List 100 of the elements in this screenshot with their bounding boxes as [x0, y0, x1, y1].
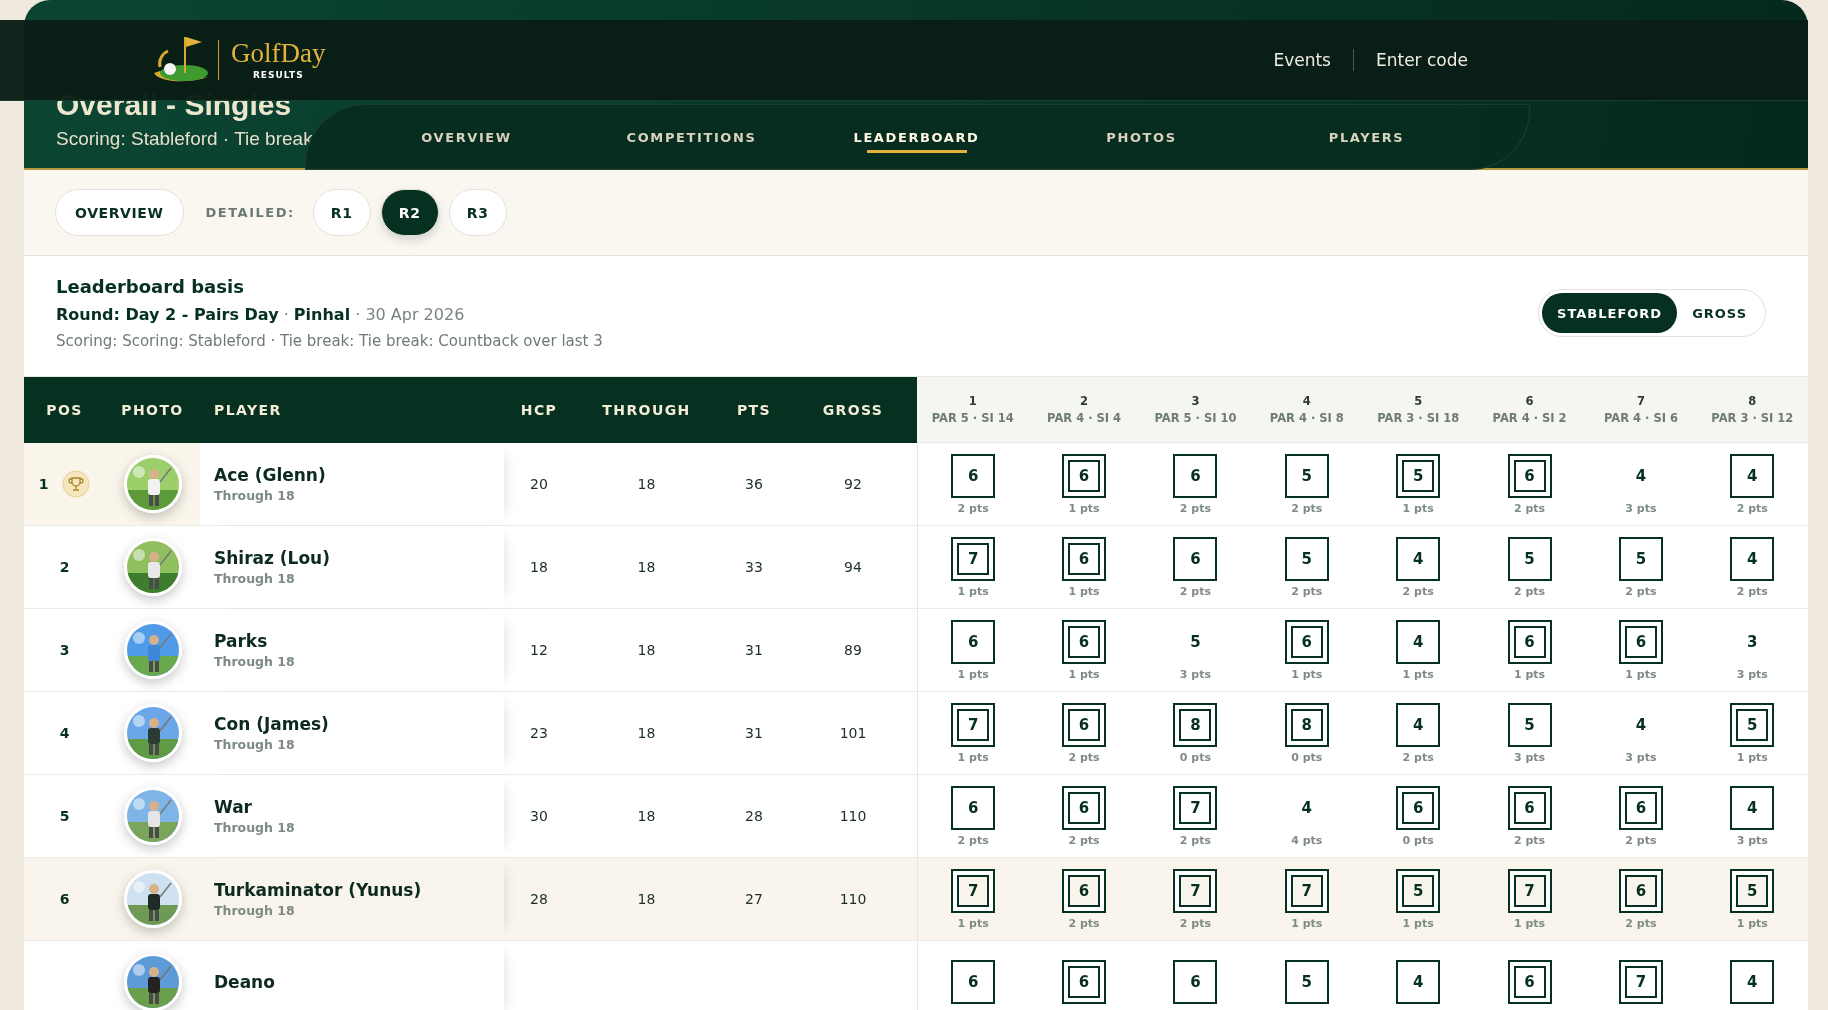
- hole-points: 3 pts: [1736, 667, 1768, 681]
- hole-score: 4: [1730, 785, 1775, 830]
- hole-score: 4: [1300, 797, 1314, 819]
- overview-button[interactable]: OVERVIEW: [55, 189, 184, 236]
- hole-header: 6 PAR 4 · SI 2: [1473, 377, 1586, 443]
- round-button[interactable]: R3: [448, 189, 507, 236]
- column-header: POS: [24, 377, 105, 443]
- hole-score: 7: [1507, 868, 1552, 913]
- round-button[interactable]: R1: [312, 189, 371, 236]
- hole-points: 3 pts: [1179, 667, 1211, 681]
- table-cell: 28: [745, 808, 763, 824]
- nav-link[interactable]: Events: [1273, 50, 1331, 70]
- round-button[interactable]: R2: [380, 189, 439, 236]
- position: 1: [38, 476, 49, 492]
- player-name[interactable]: Parks: [214, 631, 268, 651]
- table-cell: 33: [745, 559, 763, 575]
- table-cell: 30: [530, 808, 548, 824]
- hole-points: 3 pts: [1625, 750, 1657, 764]
- table-cell: 20: [530, 476, 548, 492]
- hole-score: 4: [1730, 536, 1775, 581]
- hole-points: 0 pts: [1291, 750, 1323, 764]
- hole-points: 2 pts: [1402, 750, 1434, 764]
- hole-score: 7: [1618, 960, 1663, 1004]
- player-progress: Through 18: [214, 820, 295, 835]
- player-name[interactable]: Shiraz (Lou): [214, 548, 330, 568]
- hole-score: 6: [951, 785, 996, 830]
- player-progress: Through 18: [214, 488, 295, 503]
- hole-points: 2 pts: [1068, 833, 1100, 847]
- hole-score: 6: [1062, 868, 1107, 913]
- player-name[interactable]: Turkaminator (Yunus): [214, 880, 422, 900]
- hole-header: 7 PAR 4 · SI 6: [1585, 377, 1697, 443]
- position: 5: [59, 808, 70, 824]
- hole-points: 1 pts: [957, 584, 989, 598]
- hole-score: 6: [1062, 453, 1107, 498]
- hole-points: 1 pts: [1291, 667, 1323, 681]
- column-header: GROSS: [789, 377, 917, 443]
- hole-score: 5: [1507, 536, 1552, 581]
- hole-points: 2 pts: [1402, 584, 1434, 598]
- hole-score: 5: [1507, 702, 1552, 747]
- hole-score: 7: [1284, 868, 1329, 913]
- hole-points: 1 pts: [1291, 916, 1323, 930]
- nav-tab[interactable]: COMPETITIONS: [579, 104, 804, 170]
- scoring-summary: Scoring: Stableford · Tie break: [56, 128, 313, 150]
- hole-score: 6: [1618, 619, 1663, 664]
- nav-tab[interactable]: OVERVIEW: [354, 104, 579, 170]
- toggle-option[interactable]: STABLEFORD: [1542, 293, 1678, 333]
- nav-tab[interactable]: PLAYERS: [1254, 104, 1479, 170]
- table-cell: 28: [530, 891, 548, 907]
- hole-score: 6: [1062, 702, 1107, 747]
- round-info: Round: Day 2 - Pairs Day · Pinhal · 30 Apr 2026: [56, 305, 466, 324]
- nav-tab[interactable]: PHOTOS: [1029, 104, 1254, 170]
- hole-score: 8: [1284, 702, 1329, 747]
- hole-points: 0 pts: [1179, 750, 1211, 764]
- hole-points: 1 pts: [1736, 916, 1768, 930]
- hole-score: 6: [1062, 785, 1107, 830]
- position: 2: [59, 559, 70, 575]
- hole-score: 4: [1634, 714, 1648, 736]
- table-cell: 18: [530, 559, 548, 575]
- player-name[interactable]: Con (James): [214, 714, 329, 734]
- hole-points: 1 pts: [1625, 667, 1657, 681]
- hole-points: 1 pts: [1402, 916, 1434, 930]
- scoring-info: Scoring: Scoring: Stableford · Tie break: Tie break: Countback over last 3: [56, 332, 603, 350]
- hole-score: 4: [1634, 465, 1648, 487]
- hole-score: 7: [1173, 868, 1218, 913]
- hole-score: 5: [1396, 453, 1441, 498]
- hole-points: 2 pts: [957, 501, 989, 515]
- logo-title: GolfDay: [231, 40, 326, 67]
- hole-points: 2 pts: [1291, 584, 1323, 598]
- hole-points: 2 pts: [1736, 584, 1768, 598]
- hole-points: 0 pts: [1402, 833, 1434, 847]
- nav-link[interactable]: Enter code: [1375, 50, 1468, 70]
- hole-points: 2 pts: [1625, 584, 1657, 598]
- table-cell: 36: [745, 476, 763, 492]
- table-cell: 18: [637, 642, 656, 658]
- table-cell: 18: [637, 559, 656, 575]
- player-name[interactable]: Deano: [214, 972, 275, 992]
- detailed-label: DETAILED:: [205, 205, 295, 220]
- hole-score: 6: [1173, 960, 1218, 1004]
- table-cell: 31: [745, 725, 763, 741]
- toggle-option[interactable]: GROSS: [1677, 293, 1762, 333]
- hole-score: 6: [1618, 785, 1663, 830]
- hole-score: 5: [1284, 536, 1329, 581]
- hole-score: 4: [1730, 960, 1775, 1004]
- hole-score: 6: [1173, 536, 1218, 581]
- hole-score: 4: [1396, 702, 1441, 747]
- table-cell: 31: [745, 642, 763, 658]
- hole-score: 6: [1173, 453, 1218, 498]
- hole-score: 4: [1730, 453, 1775, 498]
- hole-points: 2 pts: [1625, 916, 1657, 930]
- player-name[interactable]: Ace (Glenn): [214, 465, 326, 485]
- hole-points: 2 pts: [1179, 833, 1211, 847]
- player-name[interactable]: War: [214, 797, 252, 817]
- hole-score: 6: [1062, 960, 1107, 1004]
- hole-score: 6: [1284, 619, 1329, 664]
- hole-points: 1 pts: [1736, 750, 1768, 764]
- table-cell: 18: [637, 808, 656, 824]
- hole-header: 3 PAR 5 · SI 10: [1139, 377, 1252, 443]
- hole-header: 1 PAR 5 · SI 14: [917, 377, 1029, 443]
- table-cell: 12: [530, 642, 548, 658]
- hole-header: 8 PAR 3 · SI 12: [1696, 377, 1808, 443]
